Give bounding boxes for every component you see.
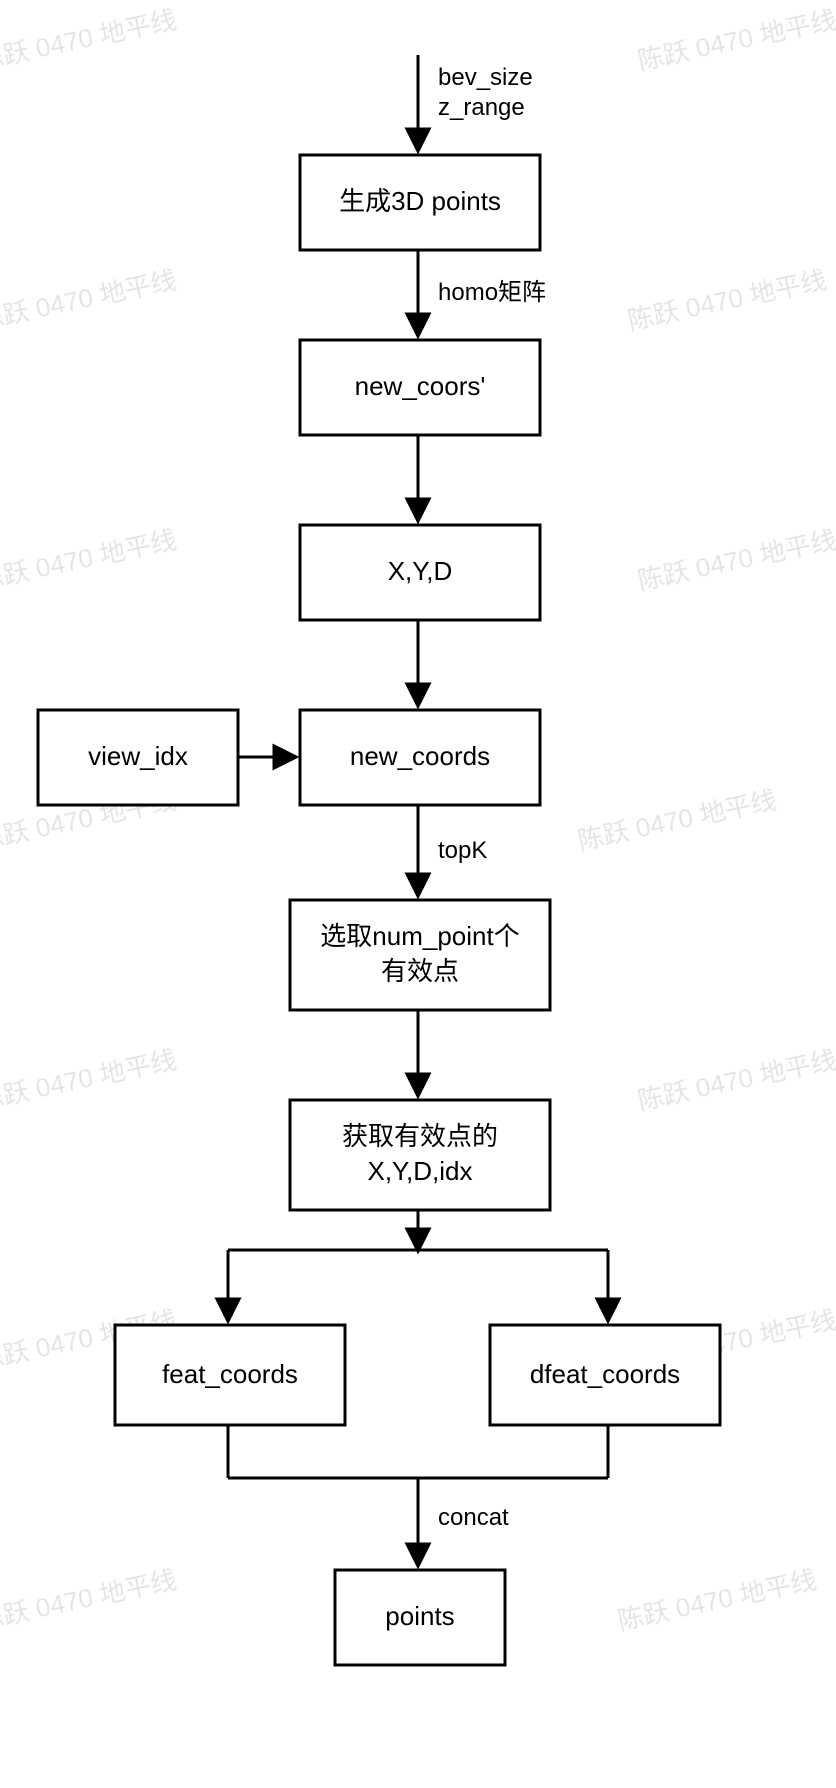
node-get-valid-xydidx-label-1: 获取有效点的 <box>342 1121 498 1151</box>
node-select-num-point <box>290 900 550 1010</box>
svg-text:陈跃 0470 地平线: 陈跃 0470 地平线 <box>0 1044 179 1115</box>
svg-text:陈跃 0470 地平线: 陈跃 0470 地平线 <box>0 264 179 335</box>
svg-text:陈跃 0470 地平线: 陈跃 0470 地平线 <box>635 524 836 595</box>
node-dfeat-coords-label: dfeat_coords <box>530 1359 680 1389</box>
node-get-valid-xydidx-label-2: X,Y,D,idx <box>367 1156 472 1186</box>
svg-text:陈跃 0470 地平线: 陈跃 0470 地平线 <box>0 1564 179 1635</box>
node-get-valid-xydidx <box>290 1100 550 1210</box>
node-generate-3d-points-label: 生成3D points <box>339 186 501 216</box>
node-new-coords-label: new_coords <box>350 741 490 771</box>
node-new-coors-prime-label: new_coors' <box>355 371 486 401</box>
flowchart: 陈跃 0470 地平线 陈跃 0470 地平线 陈跃 0470 地平线 陈跃 0… <box>0 0 836 1788</box>
node-feat-coords-label: feat_coords <box>162 1359 298 1389</box>
edge-merge-label: concat <box>438 1504 509 1531</box>
svg-text:陈跃 0470 地平线: 陈跃 0470 地平线 <box>0 4 179 75</box>
edge-input-label-1: bev_size <box>438 64 533 91</box>
svg-text:陈跃 0470 地平线: 陈跃 0470 地平线 <box>625 264 829 335</box>
node-select-num-point-label-1: 选取num_point个 <box>320 921 519 951</box>
svg-text:陈跃 0470 地平线: 陈跃 0470 地平线 <box>635 4 836 75</box>
svg-text:陈跃 0470 地平线: 陈跃 0470 地平线 <box>615 1564 819 1635</box>
edge-n1-n2-label: homo矩阵 <box>438 279 546 306</box>
node-xyd-label: X,Y,D <box>388 556 453 586</box>
edge-input-label-2: z_range <box>438 94 525 121</box>
node-view-idx-label: view_idx <box>88 741 188 771</box>
node-select-num-point-label-2: 有效点 <box>381 956 459 986</box>
node-points-label: points <box>385 1601 454 1631</box>
svg-text:陈跃 0470 地平线: 陈跃 0470 地平线 <box>0 524 179 595</box>
svg-text:陈跃 0470 地平线: 陈跃 0470 地平线 <box>635 1044 836 1115</box>
svg-text:陈跃 0470 地平线: 陈跃 0470 地平线 <box>575 784 779 855</box>
edge-n4-n5-label: topK <box>438 837 487 864</box>
